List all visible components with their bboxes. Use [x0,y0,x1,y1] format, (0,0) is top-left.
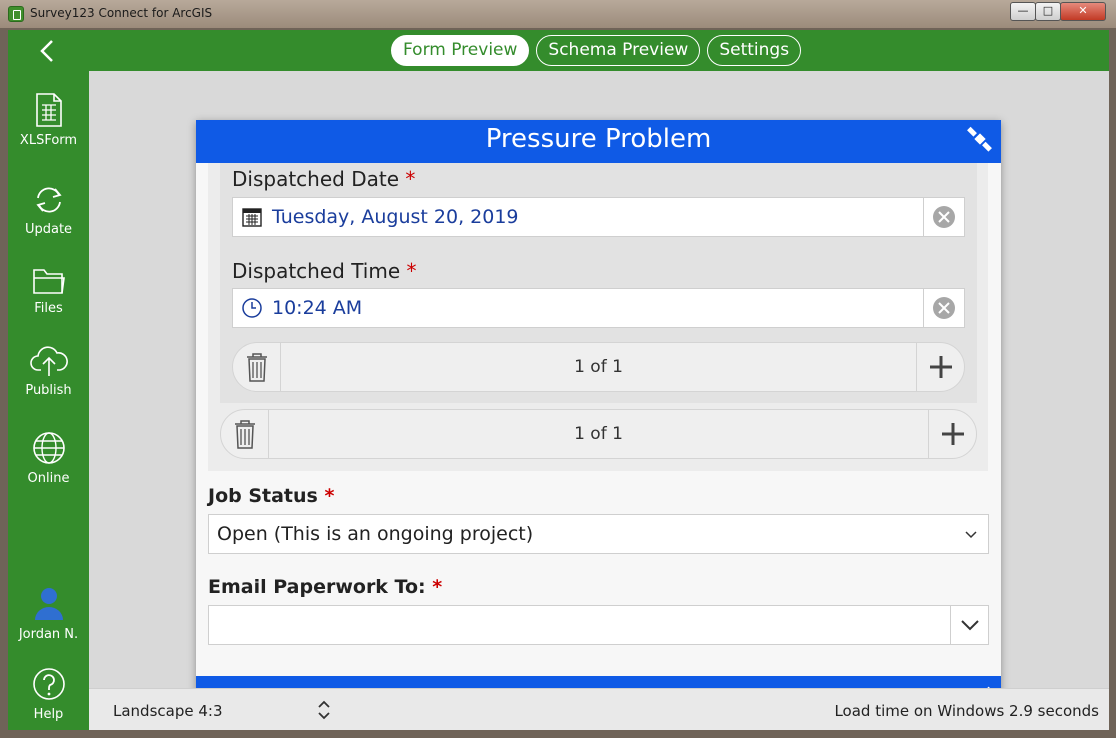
sidebar-item-label: Publish [25,383,72,398]
delete-record-button[interactable] [233,343,281,391]
app-client-area: Form Preview Schema Preview Settings XLS… [8,30,1109,730]
refresh-icon [35,187,62,213]
tab-schema-preview[interactable]: Schema Preview [536,35,701,66]
clock-icon [242,298,262,318]
plus-icon [930,356,952,378]
sidebar-item-online[interactable]: Online [8,431,89,486]
chevron-down-icon [965,531,977,539]
email-paperwork-label: Email Paperwork To: * [208,576,443,598]
back-arrow-icon[interactable] [36,39,60,63]
sidebar-item-label: XLSForm [19,133,78,148]
add-record-button[interactable] [928,410,976,458]
window-title: Survey123 Connect for ArcGIS [30,6,213,20]
plus-icon [942,423,964,445]
outer-repeat-pager: 1 of 1 [220,409,977,459]
close-button[interactable]: ✕ [1060,2,1106,21]
calendar-icon [242,208,262,227]
bottom-bar: Landscape 4:3 Load time on Windows 2.9 s… [89,688,1109,730]
sidebar-item-publish[interactable]: Publish [8,343,89,398]
email-dropdown-button[interactable] [950,606,988,644]
load-time-label: Load time on Windows 2.9 seconds [834,702,1099,720]
spreadsheet-icon [35,93,62,127]
job-status-label: Job Status * [208,485,335,507]
dispatched-date-label: Dispatched Date * [232,167,416,191]
form-header: Pressure Problem [196,120,1001,163]
record-counter: 1 of 1 [574,357,623,377]
view-tabs: Form Preview Schema Preview Settings [391,35,802,66]
cloud-upload-icon [29,346,68,376]
trash-icon [247,353,267,382]
clear-icon [933,297,955,319]
sidebar-item-label: Files [34,301,63,316]
inner-repeat-group: Dispatched Date * Tuesday, August 20, 20… [220,163,977,403]
chevron-down-icon [961,620,979,631]
sidebar-item-label: Jordan N. [18,627,79,642]
dispatched-date-value: Tuesday, August 20, 2019 [272,206,519,228]
preview-area: Pressure Problem Dispatched Date * Tuesd… [89,71,1109,718]
orientation-selector-icon[interactable] [317,698,331,722]
app-logo-icon [8,6,24,22]
inner-repeat-pager: 1 of 1 [232,342,965,392]
help-icon [32,668,65,700]
sidebar-item-update[interactable]: Update [8,184,89,237]
maximize-button[interactable]: □ [1035,2,1061,21]
outer-repeat-group: Dispatched Date * Tuesday, August 20, 20… [208,163,988,471]
clear-icon [933,206,955,228]
job-status-select[interactable]: Open (This is an ongoing project) [208,514,989,554]
record-counter: 1 of 1 [574,424,623,444]
sidebar: XLSForm Update Files Publish Online Jord… [8,71,89,730]
satellite-icon[interactable] [967,126,993,152]
trash-icon [235,420,255,449]
user-icon [34,588,63,620]
survey-form: Pressure Problem Dispatched Date * Tuesd… [196,120,1001,718]
orientation-label: Landscape 4:3 [113,702,223,720]
sidebar-item-xlsform[interactable]: XLSForm [8,93,89,148]
dispatched-date-field[interactable]: Tuesday, August 20, 2019 [232,197,965,237]
top-bar: Form Preview Schema Preview Settings [8,30,1109,71]
job-status-value: Open (This is an ongoing project) [217,523,534,545]
sidebar-item-user[interactable]: Jordan N. [8,587,89,642]
title-bar[interactable]: Survey123 Connect for ArcGIS — □ ✕ [0,0,1116,28]
dispatched-time-value: 10:24 AM [272,297,363,319]
tab-form-preview[interactable]: Form Preview [391,35,530,66]
folder-icon [32,269,65,294]
sidebar-item-files[interactable]: Files [8,267,89,316]
sidebar-item-help[interactable]: Help [8,667,89,722]
add-record-button[interactable] [916,343,964,391]
clear-time-button[interactable] [923,289,964,327]
email-paperwork-select[interactable] [208,605,989,645]
app-window: Survey123 Connect for ArcGIS — □ ✕ Form … [0,0,1116,738]
sidebar-item-label: Online [27,471,70,486]
tab-settings[interactable]: Settings [707,35,802,66]
dispatched-time-label: Dispatched Time * [232,259,417,283]
form-title: Pressure Problem [485,124,712,154]
sidebar-item-label: Help [33,707,64,722]
dispatched-time-field[interactable]: 10:24 AM [232,288,965,328]
sidebar-item-label: Update [24,222,73,237]
clear-date-button[interactable] [923,198,964,236]
delete-record-button[interactable] [221,410,269,458]
minimize-button[interactable]: — [1010,2,1036,21]
globe-icon [32,432,65,464]
